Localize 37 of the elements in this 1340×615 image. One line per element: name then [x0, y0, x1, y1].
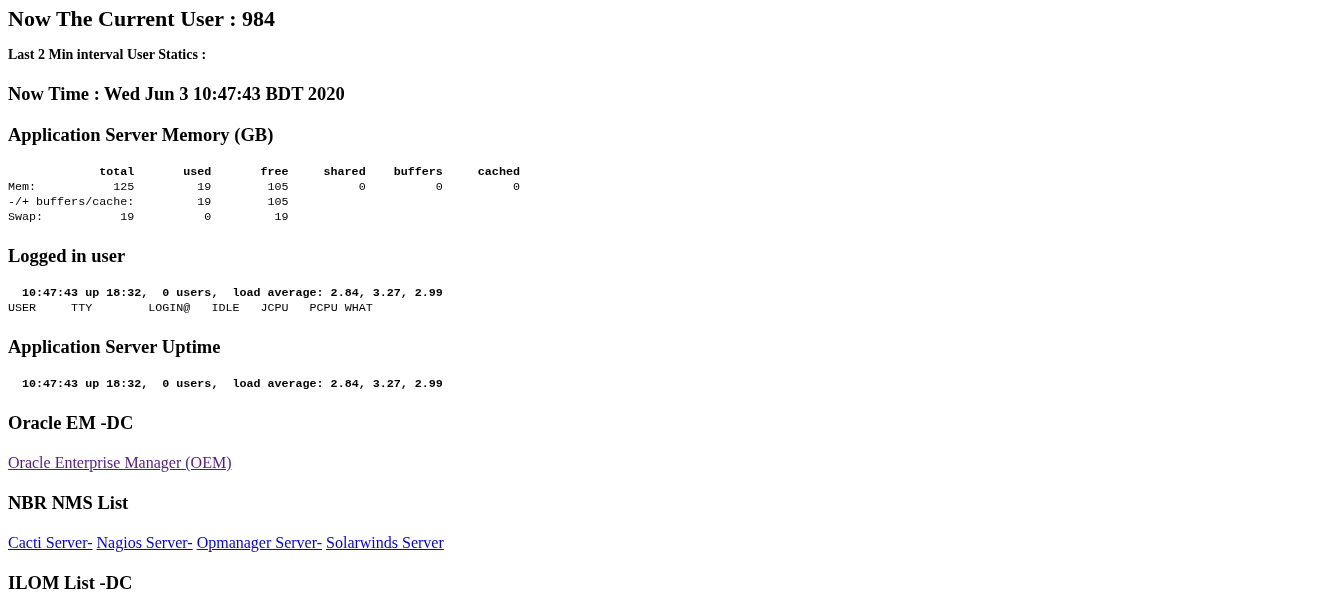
section-heading: NBR NMS List — [8, 492, 129, 514]
row-label: -/+ buffers/cache: — [8, 195, 135, 210]
section-heading: Oracle EM -DC — [8, 412, 134, 434]
table-cell-text: 19 — [196, 195, 212, 210]
column-header: shared — [322, 165, 366, 180]
table-cell-text: 105 — [266, 180, 289, 195]
section-heading: Application Server Memory (GB) — [8, 124, 274, 146]
section-heading: Application Server Uptime — [8, 336, 221, 358]
link[interactable]: Oracle Enterprise Manager (OEM) — [8, 453, 232, 472]
link[interactable]: Solarwinds Server — [326, 533, 444, 552]
table-cell-text: 0 — [434, 180, 443, 195]
console-line: 10:47:43 up 18:32, 0 users, load average: 2.84, 3.27, 2.99 — [22, 377, 443, 392]
table-cell-text: 19 — [119, 210, 135, 225]
table-cell-text: 0 — [357, 180, 366, 195]
link[interactable]: Opmanager Server- — [196, 533, 323, 552]
column-header: free — [259, 165, 289, 180]
console-line: 10:47:43 up 18:32, 0 users, load average: 2.84, 3.27, 2.99 — [22, 286, 443, 301]
link[interactable]: Cacti Server- — [8, 533, 93, 552]
column-header: cached — [476, 165, 520, 180]
table-cell-text: 19 — [273, 210, 289, 225]
section-heading: ILOM List -DC — [8, 572, 133, 594]
section-heading: Logged in user — [8, 245, 126, 267]
section-subheading: Last 2 Min interval User Statics : — [8, 47, 207, 63]
link[interactable]: Nagios Server- — [96, 533, 193, 552]
table-cell-text: 19 — [196, 180, 212, 195]
section-heading: Now Time : Wed Jun 3 10:47:43 BDT 2020 — [8, 83, 345, 105]
column-header: used — [182, 165, 212, 180]
row-label: Swap: — [8, 210, 45, 225]
table-cell-text: 125 — [112, 180, 135, 195]
page-heading: Now The Current User : 984 — [8, 6, 276, 31]
table-cell-text: 0 — [203, 210, 212, 225]
console-line: USER TTY LOGIN@ IDLE JCPU PCPU WHAT — [8, 301, 373, 316]
column-header: buffers — [392, 165, 443, 180]
table-cell-text: 105 — [266, 195, 289, 210]
column-header: total — [98, 165, 135, 180]
table-cell-text: 0 — [511, 180, 520, 195]
row-label: Mem: — [8, 180, 38, 195]
